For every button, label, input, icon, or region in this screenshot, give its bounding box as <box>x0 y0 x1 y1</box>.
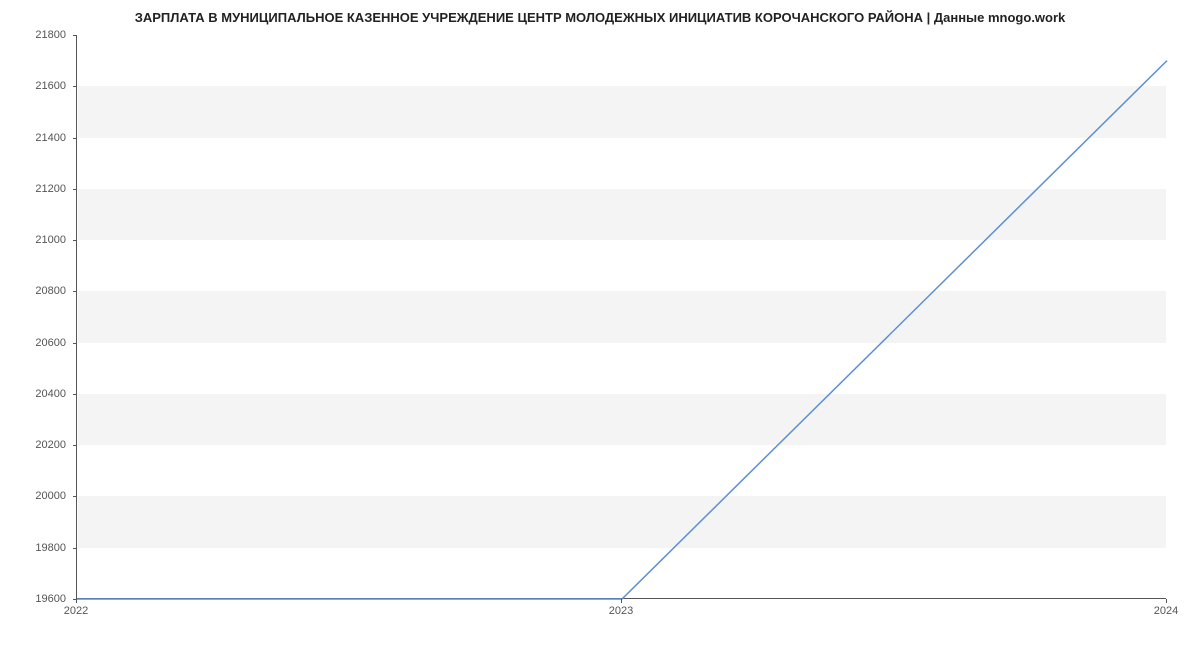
y-tick-mark <box>73 138 77 139</box>
y-tick-label: 21400 <box>26 132 66 144</box>
y-tick-label: 21800 <box>26 29 66 41</box>
x-tick-label: 2024 <box>1154 605 1178 617</box>
x-tick-label: 2022 <box>64 605 88 617</box>
y-tick-mark <box>73 189 77 190</box>
y-tick-mark <box>73 86 77 87</box>
series-line <box>77 61 1167 599</box>
x-tick-mark <box>1166 599 1167 603</box>
plot-area-wrapper: 1960019800200002020020400206002080021000… <box>76 35 1166 599</box>
y-tick-label: 19600 <box>26 593 66 605</box>
chart-container: ЗАРПЛАТА В МУНИЦИПАЛЬНОЕ КАЗЕННОЕ УЧРЕЖД… <box>0 0 1200 650</box>
x-tick-mark <box>621 599 622 603</box>
y-tick-label: 21200 <box>26 183 66 195</box>
x-tick-mark <box>76 599 77 603</box>
y-tick-label: 20400 <box>26 388 66 400</box>
y-tick-label: 20800 <box>26 285 66 297</box>
line-layer <box>77 35 1167 599</box>
y-tick-label: 20200 <box>26 439 66 451</box>
y-tick-mark <box>73 240 77 241</box>
y-tick-mark <box>73 445 77 446</box>
y-tick-mark <box>73 496 77 497</box>
y-tick-label: 20000 <box>26 490 66 502</box>
y-tick-label: 19800 <box>26 542 66 554</box>
y-tick-mark <box>73 35 77 36</box>
y-tick-label: 21000 <box>26 234 66 246</box>
y-tick-label: 20600 <box>26 337 66 349</box>
plot-area <box>76 35 1166 599</box>
x-tick-label: 2023 <box>609 605 633 617</box>
y-tick-mark <box>73 394 77 395</box>
y-tick-mark <box>73 291 77 292</box>
y-tick-mark <box>73 343 77 344</box>
y-tick-mark <box>73 548 77 549</box>
chart-title: ЗАРПЛАТА В МУНИЦИПАЛЬНОЕ КАЗЕННОЕ УЧРЕЖД… <box>0 10 1200 25</box>
y-tick-label: 21600 <box>26 80 66 92</box>
